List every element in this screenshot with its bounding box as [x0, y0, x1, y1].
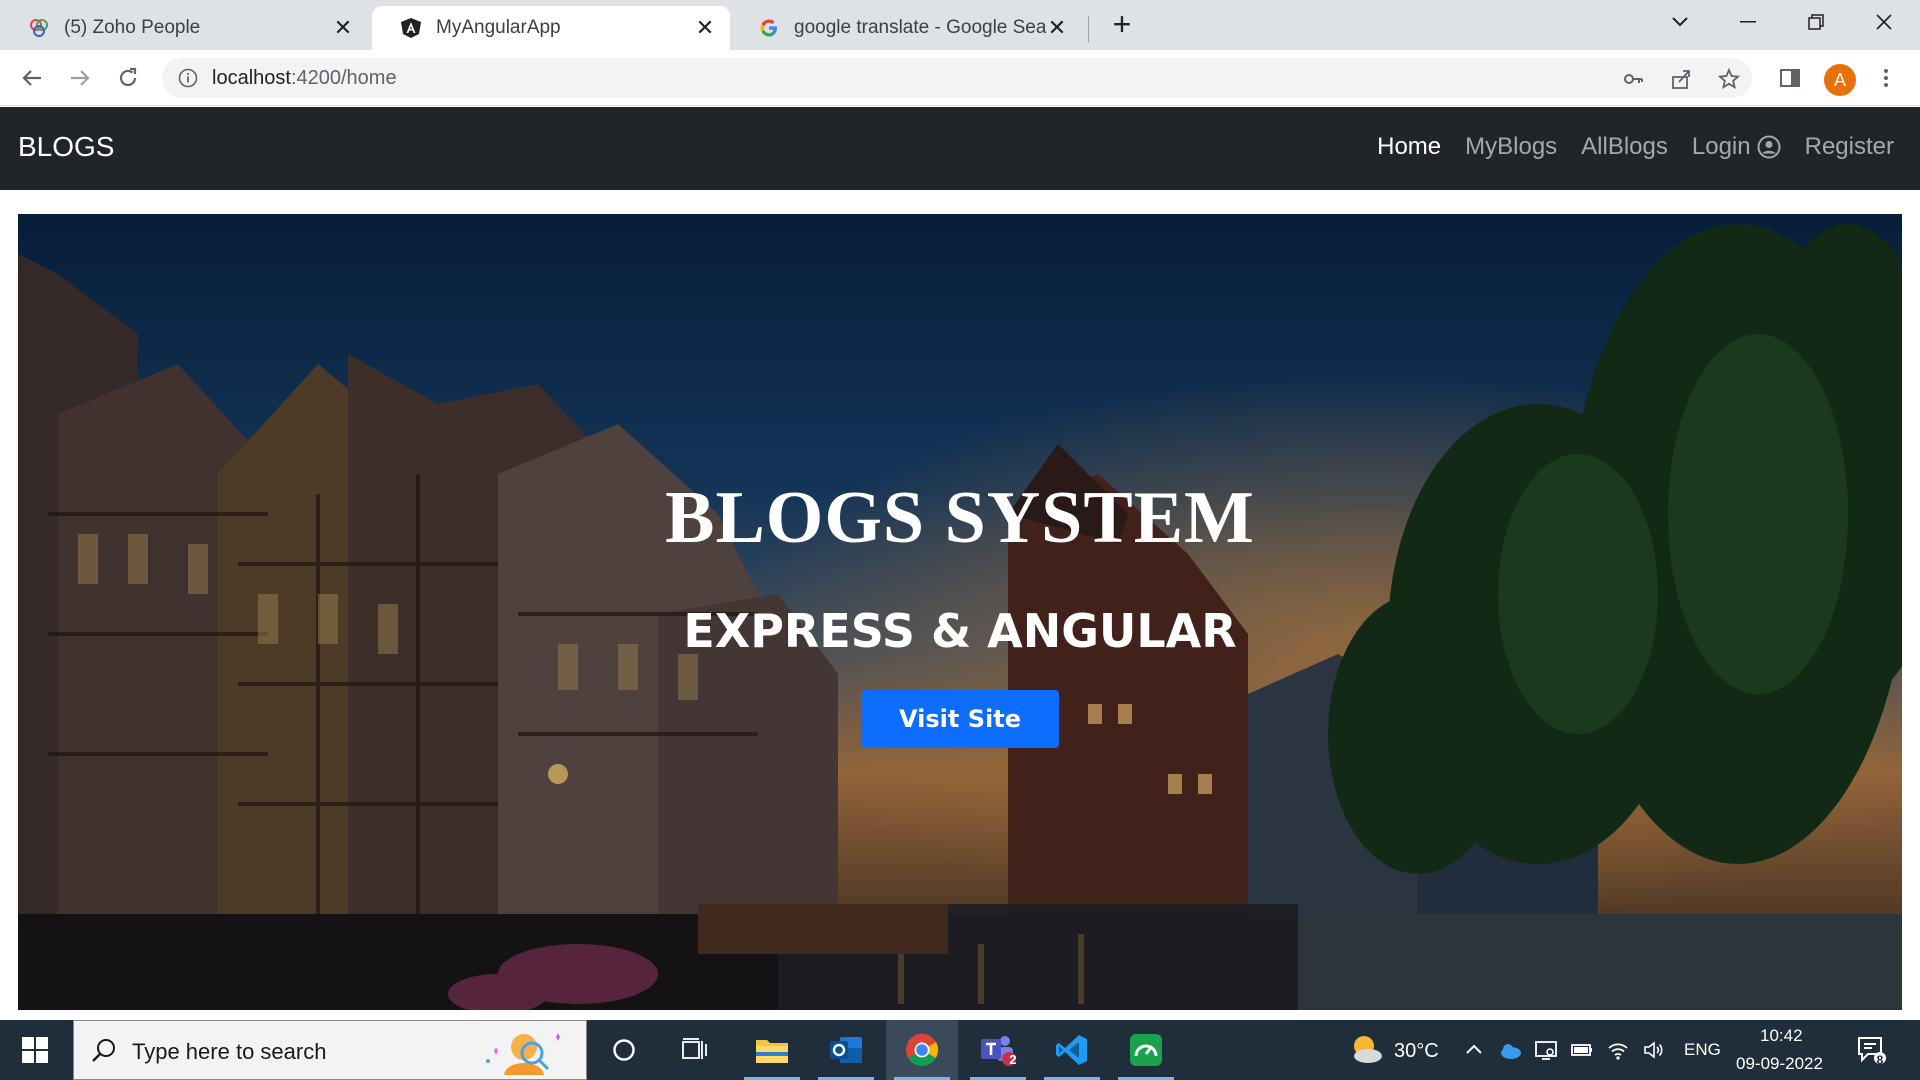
- search-placeholder: Type here to search: [132, 1039, 327, 1064]
- task-view-button[interactable]: [660, 1020, 732, 1080]
- speedtest-app-button[interactable]: [1110, 1020, 1182, 1080]
- nav-register[interactable]: Register: [1805, 133, 1894, 161]
- file-explorer-icon: [756, 1040, 788, 1063]
- tab-title: MyAngularApp: [436, 17, 561, 38]
- reload-icon[interactable]: [112, 62, 144, 94]
- profile-avatar[interactable]: A: [1824, 64, 1856, 96]
- zoho-favicon-icon: [28, 17, 50, 39]
- nav-myblogs[interactable]: MyBlogs: [1465, 133, 1557, 161]
- tab-title: (5) Zoho People: [64, 17, 201, 38]
- notification-count: 8: [1876, 1053, 1884, 1067]
- task-view-icon: [682, 1038, 707, 1059]
- battery-icon[interactable]: [1570, 1038, 1594, 1062]
- close-tab-icon[interactable]: ✕: [694, 15, 716, 40]
- teams-badge-count: 2: [1009, 1052, 1017, 1067]
- nav-login[interactable]: Login: [1692, 133, 1781, 161]
- site-brand[interactable]: BLOGS: [18, 131, 114, 163]
- tab-myangularapp[interactable]: MyAngularApp ✕: [372, 6, 730, 50]
- restore-window-icon[interactable]: [1796, 8, 1836, 36]
- browser-tabstrip: (5) Zoho People ✕ MyAngularApp ✕ google …: [0, 0, 1920, 50]
- close-tab-icon[interactable]: ✕: [332, 15, 354, 40]
- clock-date[interactable]: 09-09-2022: [1736, 1054, 1823, 1074]
- google-favicon-icon: [758, 17, 780, 39]
- visit-site-button[interactable]: Visit Site: [861, 690, 1059, 748]
- tab-separator: [1088, 16, 1089, 42]
- chrome-icon: [906, 1033, 939, 1066]
- share-icon[interactable]: [1670, 68, 1692, 90]
- chrome-button[interactable]: [886, 1020, 958, 1080]
- back-arrow-icon[interactable]: [16, 62, 48, 94]
- user-circle-icon: [1757, 135, 1781, 159]
- address-bar[interactable]: localhost:4200/home: [162, 58, 1752, 98]
- forward-arrow-icon[interactable]: [64, 62, 96, 94]
- vscode-button[interactable]: [1036, 1020, 1108, 1080]
- input-language[interactable]: ENG: [1684, 1040, 1721, 1060]
- tab-title: google translate - Google Search: [794, 17, 1046, 38]
- taskbar-search[interactable]: Type here to search: [73, 1020, 587, 1080]
- hero-banner: BLOGS SYSTEM EXPRESS & ANGULAR Visit Sit…: [18, 214, 1902, 1010]
- search-highlight-illustration-icon: [486, 1033, 560, 1075]
- start-button[interactable]: [0, 1020, 70, 1080]
- password-key-icon[interactable]: [1622, 68, 1644, 90]
- hero-title: BLOGS SYSTEM: [665, 477, 1255, 559]
- minimize-window-icon[interactable]: [1728, 8, 1768, 36]
- angular-favicon-icon: [400, 17, 422, 39]
- windows-logo-icon: [22, 1037, 48, 1063]
- hero-content: BLOGS SYSTEM EXPRESS & ANGULAR Visit Sit…: [18, 214, 1902, 1010]
- url-host: localhost: [212, 67, 291, 89]
- volume-icon[interactable]: [1642, 1038, 1666, 1062]
- vscode-icon: [1056, 1035, 1087, 1065]
- nav-links: Home MyBlogs AllBlogs Login Register: [1377, 133, 1894, 161]
- close-window-icon[interactable]: [1864, 8, 1904, 36]
- hero-subtitle: EXPRESS & ANGULAR: [683, 604, 1237, 658]
- nav-allblogs[interactable]: AllBlogs: [1581, 133, 1668, 161]
- nav-login-label: Login: [1691, 133, 1751, 160]
- display-settings-icon[interactable]: [1534, 1038, 1558, 1062]
- file-explorer-button[interactable]: [736, 1020, 808, 1080]
- weather-sun-cloud-icon[interactable]: [1348, 1032, 1384, 1066]
- tab-search-chevron-icon[interactable]: [1660, 8, 1700, 36]
- gauge-app-icon: [1130, 1034, 1162, 1066]
- url-text: localhost:4200/home: [212, 67, 397, 90]
- cortana-circle-icon: [613, 1039, 635, 1061]
- tab-zoho-people[interactable]: (5) Zoho People ✕: [0, 6, 368, 50]
- bookmark-star-icon[interactable]: [1718, 68, 1740, 90]
- search-icon: [92, 1039, 115, 1062]
- nav-home[interactable]: Home: [1377, 133, 1441, 161]
- show-hidden-icons-chevron-icon[interactable]: [1462, 1038, 1486, 1062]
- close-tab-icon[interactable]: ✕: [1046, 15, 1068, 40]
- url-path: :4200/home: [290, 67, 397, 89]
- clock-time[interactable]: 10:42: [1760, 1026, 1803, 1046]
- outlook-icon: [830, 1037, 862, 1063]
- outlook-button[interactable]: [810, 1020, 882, 1080]
- browser-menu-icon[interactable]: [1870, 62, 1902, 94]
- site-navbar: BLOGS Home MyBlogs AllBlogs Login Regist…: [0, 107, 1920, 190]
- new-tab-button[interactable]: +: [1108, 8, 1136, 40]
- side-panel-icon[interactable]: [1774, 62, 1806, 94]
- windows-taskbar: Type here to search 2 30°C ENG 10:42 09-…: [0, 1020, 1920, 1080]
- weather-temperature[interactable]: 30°C: [1394, 1040, 1439, 1063]
- tab-google-search[interactable]: google translate - Google Search ✕: [730, 6, 1082, 50]
- cortana-button[interactable]: [588, 1020, 660, 1080]
- teams-button[interactable]: 2: [962, 1020, 1034, 1080]
- wifi-icon[interactable]: [1606, 1038, 1630, 1062]
- browser-toolbar: localhost:4200/home: [0, 50, 1920, 106]
- site-info-icon[interactable]: [178, 68, 198, 88]
- onedrive-cloud-icon[interactable]: [1498, 1038, 1522, 1062]
